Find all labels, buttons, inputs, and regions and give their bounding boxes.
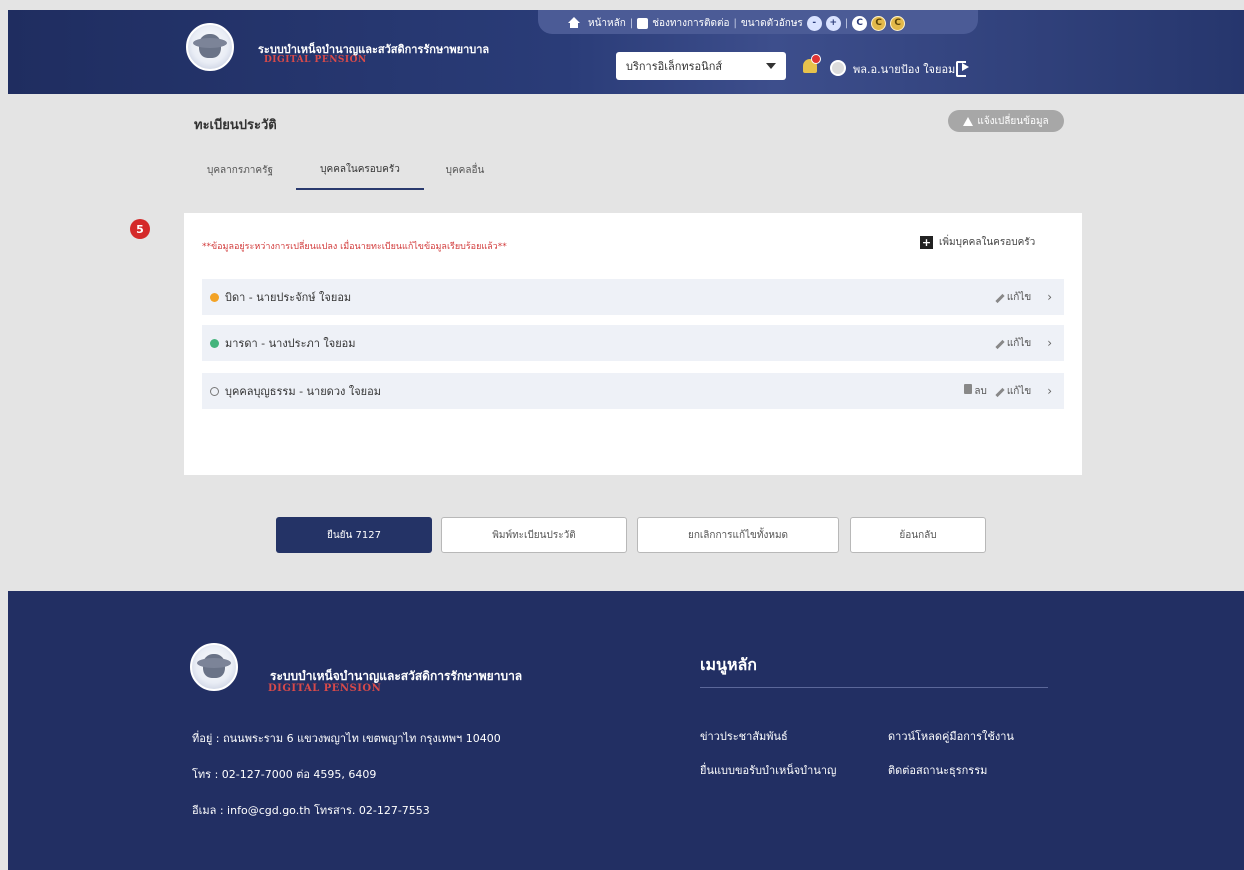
- row-actions: ลบ แก้ไข ›: [964, 373, 1052, 409]
- footer-address: ที่อยู่ : ถนนพระราม 6 แขวงพญาไท เขตพญาไท…: [192, 732, 501, 745]
- notification-dot: [811, 54, 821, 64]
- notify-change-button[interactable]: แจ้งเปลี่ยนข้อมูล: [948, 110, 1064, 132]
- chevron-right-icon[interactable]: ›: [1047, 384, 1052, 398]
- footer-link-manual[interactable]: ดาวน์โหลดคู่มือการใช้งาน: [888, 727, 1014, 745]
- edit-label: แก้ไข: [1006, 385, 1032, 397]
- print-profile-button[interactable]: พิมพ์ทะเบียนประวัติ: [441, 517, 627, 553]
- tab-other-persons[interactable]: บุคคลอื่น: [430, 150, 500, 190]
- contrast-gold-button[interactable]: C: [871, 15, 887, 31]
- service-select-value: บริการอิเล็กทรอนิกส์: [626, 60, 723, 73]
- tab-family-members[interactable]: บุคคลในครอบครัว: [296, 150, 424, 190]
- contact-icon: [637, 17, 649, 29]
- service-select[interactable]: บริการอิเล็กทรอนิกส์: [616, 52, 786, 80]
- add-family-member-label: เพิ่มบุคคลในครอบครัว: [939, 237, 1036, 248]
- footer-link-forms[interactable]: ยื่นแบบขอรับบำเหน็จบำนาญ: [700, 761, 836, 779]
- garuda-logo-icon: [190, 643, 238, 691]
- top-nav: หน้าหลัก | ช่องทางการติดต่อ | ขนาดตัวอัก…: [568, 14, 906, 32]
- nav-separator: |: [629, 17, 634, 29]
- pencil-icon: [995, 293, 1005, 303]
- family-member-row[interactable]: บุคคลบุญธรรม - นายดวง ใจยอม ลบ แก้ไข ›: [202, 373, 1064, 409]
- footer-phone: โทร : 02-127-7000 ต่อ 4595, 6409: [192, 768, 377, 781]
- nav-home-link[interactable]: หน้าหลัก: [588, 16, 626, 31]
- nav-separator: |: [733, 17, 737, 29]
- garuda-logo-icon[interactable]: [186, 23, 234, 71]
- plus-icon: +: [920, 236, 933, 249]
- chevron-right-icon[interactable]: ›: [1047, 290, 1052, 304]
- site-footer: ระบบบำเหน็จบำนาญและสวัสดิการรักษาพยาบาล …: [8, 591, 1244, 870]
- notify-change-label: แจ้งเปลี่ยนข้อมูล: [977, 115, 1049, 127]
- pending-change-notice: **ข้อมูลอยู่ระหว่างการเปลี่ยนแปลง เมื่อน…: [202, 242, 507, 252]
- user-avatar-icon: [830, 60, 846, 76]
- family-member-row[interactable]: มารดา - นางประภา ใจยอม แก้ไข ›: [202, 325, 1064, 361]
- family-members-card: **ข้อมูลอยู่ระหว่างการเปลี่ยนแปลง เมื่อน…: [184, 213, 1082, 475]
- chevron-down-icon: [766, 63, 776, 69]
- logout-icon[interactable]: [956, 61, 970, 77]
- delete-label: ลบ: [974, 385, 987, 397]
- notification-bell-icon[interactable]: [802, 54, 821, 76]
- status-pending-icon: [210, 292, 219, 302]
- delete-button[interactable]: ลบ: [964, 383, 987, 399]
- row-actions: แก้ไข ›: [995, 325, 1052, 361]
- footer-menu-title: เมนูหลัก: [700, 655, 757, 674]
- row-actions: แก้ไข ›: [995, 279, 1052, 315]
- nav-contact-link[interactable]: ช่องทางการติดต่อ: [652, 16, 729, 31]
- font-size-label: ขนาดตัวอักษร: [740, 17, 803, 29]
- add-family-member-button[interactable]: + เพิ่มบุคคลในครอบครัว: [920, 235, 1035, 250]
- family-member-name: มารดา - นางประภา ใจยอม: [225, 337, 356, 350]
- edit-label: แก้ไข: [1006, 337, 1032, 349]
- nav-separator: |: [844, 17, 849, 29]
- edit-button[interactable]: แก้ไข: [995, 384, 1031, 399]
- edit-button[interactable]: แก้ไข: [995, 336, 1031, 351]
- font-increase-button[interactable]: +: [825, 15, 841, 31]
- cancel-all-edits-button[interactable]: ยกเลิกการแก้ไขทั้งหมด: [637, 517, 839, 553]
- font-decrease-button[interactable]: -: [806, 15, 822, 31]
- footer-divider: [700, 687, 1048, 688]
- submit-button[interactable]: ยืนยัน 7127: [276, 517, 432, 553]
- family-member-name: บิดา - นายประจักษ์ ใจยอม: [225, 291, 352, 304]
- footer-email: อีเมล : info@cgd.go.th โทรสาร. 02-127-75…: [192, 804, 430, 817]
- trash-icon: [964, 383, 973, 394]
- family-member-row[interactable]: บิดา - นายประจักษ์ ใจยอม แก้ไข ›: [202, 279, 1064, 315]
- tab-government-personnel[interactable]: บุคลากรภาครัฐ: [194, 150, 286, 190]
- edit-label: แก้ไข: [1006, 291, 1032, 303]
- footer-link-news[interactable]: ข่าวประชาสัมพันธ์: [700, 727, 788, 745]
- site-header: ระบบบำเหน็จบำนาญและสวัสดิการรักษาพยาบาล …: [8, 10, 1244, 94]
- footer-brand-subtitle: DIGITAL PENSION: [268, 683, 382, 694]
- family-member-name: บุคคลบุญธรรม - นายดวง ใจยอม: [225, 385, 381, 398]
- home-icon: [568, 17, 580, 28]
- step-badge: 5: [130, 219, 150, 239]
- contrast-high-button[interactable]: C: [890, 15, 906, 31]
- page-title: ทะเบียนประวัติ: [194, 118, 277, 133]
- contrast-default-button[interactable]: C: [852, 15, 868, 31]
- brand-subtitle: DIGITAL PENSION: [264, 55, 367, 65]
- pencil-icon: [995, 387, 1005, 397]
- pencil-icon: [995, 339, 1005, 349]
- user-name[interactable]: พล.อ.นายป้อง ใจยอม: [853, 60, 955, 78]
- back-button[interactable]: ย้อนกลับ: [850, 517, 986, 553]
- status-approved-icon: [210, 338, 219, 348]
- warning-icon: [963, 116, 974, 126]
- footer-link-contact[interactable]: ติดต่อสถานะธุรกรรม: [888, 761, 987, 779]
- chevron-right-icon[interactable]: ›: [1047, 336, 1052, 350]
- edit-button[interactable]: แก้ไข: [995, 290, 1031, 305]
- status-new-icon: [210, 386, 219, 396]
